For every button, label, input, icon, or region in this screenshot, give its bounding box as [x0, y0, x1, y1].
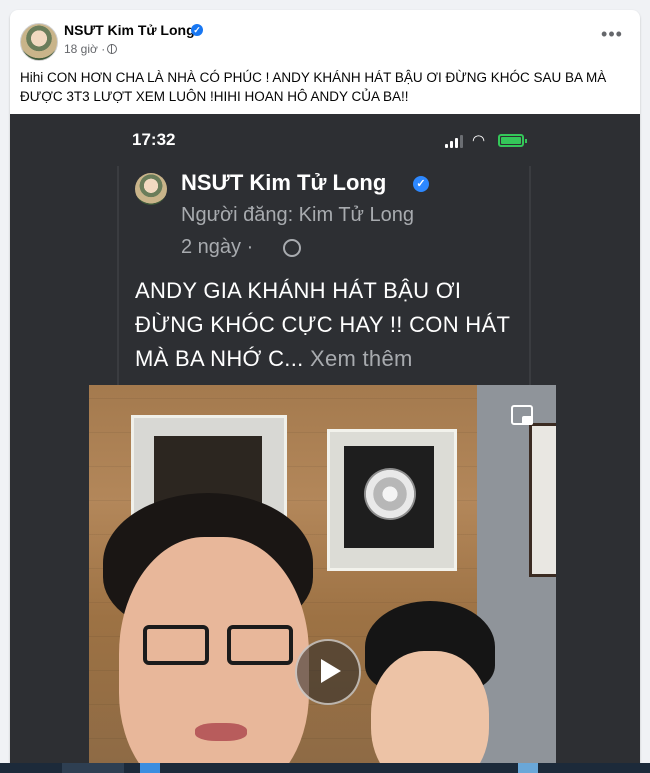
post-timestamp[interactable]: 18 giờ · — [64, 42, 105, 56]
battery-charging-icon — [498, 134, 527, 147]
picture-in-picture-icon — [511, 405, 533, 425]
inner-timestamp: 2 ngày · — [181, 236, 254, 258]
taskbar-app-item[interactable] — [140, 763, 160, 773]
side-picture-frame — [529, 423, 556, 577]
globe-icon — [107, 44, 117, 54]
post-header: NSƯT Kim Tử Long ✓ 18 giờ · ••• — [10, 10, 640, 66]
taskbar-app-item[interactable] — [62, 763, 124, 773]
inner-poster-line: Người đăng: Kim Tử Long — [181, 204, 414, 226]
see-more-link: Xem thêm — [309, 346, 413, 371]
inner-verified-badge-icon: ✓ — [413, 176, 429, 192]
inner-post-text: ANDY GIA KHÁNH HÁT BẬU ƠI ĐỪNG KHÓC CỰC … — [135, 274, 525, 376]
shared-post-screenshot: NSƯT Kim Tử Long ✓ Người đăng: Kim Tử Lo… — [117, 166, 531, 396]
glasses — [143, 625, 313, 669]
inner-globe-icon — [283, 239, 301, 257]
wifi-icon: ◠ — [472, 132, 486, 149]
phone-clock: 17:32 — [132, 130, 176, 149]
post-card: NSƯT Kim Tử Long ✓ 18 giờ · ••• Hihi CON… — [10, 10, 640, 773]
author-name[interactable]: NSƯT Kim Tử Long — [64, 22, 195, 38]
boy-figure — [361, 601, 511, 773]
wall-art-right — [327, 429, 457, 571]
taskbar — [0, 763, 650, 773]
inner-author-avatar — [135, 173, 167, 205]
post-image[interactable]: 17:32 ◠ NSƯT Kim Tử Long ✓ Người đăng: K… — [10, 114, 640, 773]
cellular-signal-icon — [445, 135, 465, 148]
post-caption: Hihi CON HƠN CHA LÀ NHÀ CÓ PHÚC ! ANDY K… — [20, 70, 607, 104]
author-avatar[interactable] — [20, 23, 58, 61]
man-figure — [89, 493, 333, 773]
play-icon[interactable] — [295, 639, 361, 705]
taskbar-app-item[interactable] — [518, 763, 538, 773]
video-thumbnail — [89, 385, 556, 773]
inner-author-name: NSƯT Kim Tử Long — [181, 170, 387, 195]
verified-badge-icon: ✓ — [191, 24, 203, 36]
phone-status-bar: 17:32 ◠ — [10, 114, 640, 166]
more-options-button[interactable]: ••• — [598, 25, 626, 46]
